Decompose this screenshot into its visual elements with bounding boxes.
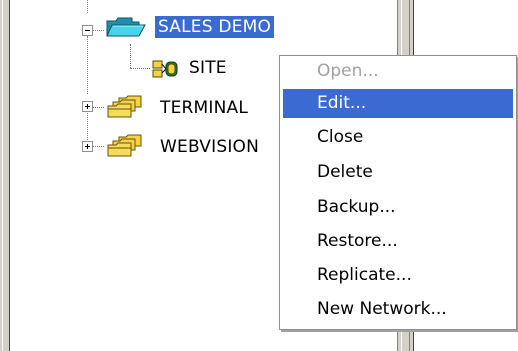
tree-item-label[interactable]: SALES DEMO xyxy=(155,16,275,38)
expand-toggle[interactable] xyxy=(82,101,93,112)
menu-item-restore[interactable]: Restore... xyxy=(283,227,513,256)
menu-item-backup[interactable]: Backup... xyxy=(283,193,513,222)
folder-group-icon xyxy=(107,95,142,118)
menu-item-replicate[interactable]: Replicate... xyxy=(283,261,513,290)
open-folder-icon xyxy=(106,17,146,37)
tree-item-label[interactable]: WEBVISION xyxy=(160,136,259,158)
menu-item-open[interactable]: Open... xyxy=(283,57,513,86)
expand-toggle[interactable] xyxy=(82,141,93,152)
tree-connector-line xyxy=(130,44,131,68)
context-menu: Open... Edit... Close Delete Backup... R… xyxy=(279,55,517,330)
collapse-toggle[interactable] xyxy=(82,25,93,36)
tree-connector-line xyxy=(130,68,150,69)
menu-item-close[interactable]: Close xyxy=(283,123,513,152)
tree-connector-line xyxy=(92,107,104,108)
menu-item-delete[interactable]: Delete xyxy=(283,158,513,187)
tree-connector-line xyxy=(87,36,88,94)
site-network-icon xyxy=(152,60,178,78)
left-panel-border xyxy=(0,0,10,351)
tree-connector-line xyxy=(87,0,88,13)
tree-item-label[interactable]: TERMINAL xyxy=(160,97,248,119)
tree-item-label[interactable]: SITE xyxy=(189,57,227,79)
folder-group-icon xyxy=(107,134,142,157)
tree-connector-line xyxy=(92,30,104,31)
menu-item-edit[interactable]: Edit... xyxy=(283,89,513,118)
tree-connector-line xyxy=(92,146,104,147)
menu-item-new-network[interactable]: New Network... xyxy=(283,295,513,324)
